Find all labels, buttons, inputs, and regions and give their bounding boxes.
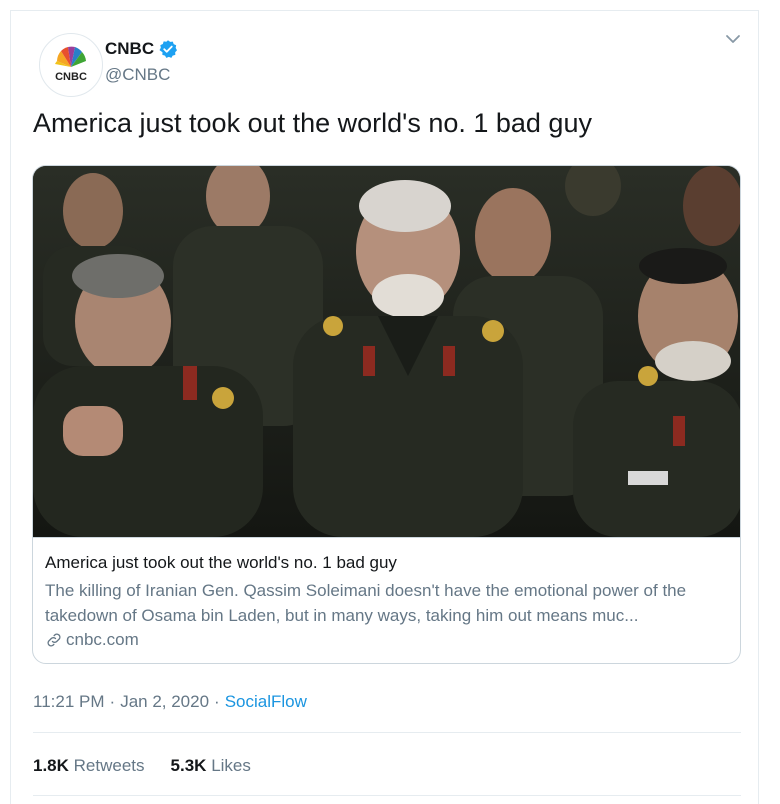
tweet-time[interactable]: 11:21 PM bbox=[33, 692, 105, 712]
chevron-down-icon[interactable] bbox=[721, 27, 745, 51]
tweet-meta: 11:21 PM · Jan 2, 2020 · SocialFlow bbox=[33, 692, 307, 712]
likes-label: Likes bbox=[211, 756, 251, 775]
retweets-stat[interactable]: 1.8K Retweets bbox=[33, 756, 145, 776]
meta-separator: · bbox=[214, 692, 220, 711]
avatar-logo-text: CNBC bbox=[55, 71, 87, 83]
tweet-source-link[interactable]: SocialFlow bbox=[225, 692, 307, 712]
card-image[interactable] bbox=[33, 166, 740, 537]
card-description: The killing of Iranian Gen. Qassim Solei… bbox=[45, 581, 687, 625]
retweets-label: Retweets bbox=[73, 756, 145, 775]
meta-separator: · bbox=[109, 692, 116, 711]
author-handle[interactable]: @CNBC bbox=[105, 65, 170, 85]
divider bbox=[33, 795, 741, 796]
cnbc-peacock-logo: CNBC bbox=[55, 46, 87, 83]
card-body[interactable]: America just took out the world's no. 1 … bbox=[33, 537, 740, 663]
tweet-date[interactable]: Jan 2, 2020 bbox=[120, 692, 209, 712]
card-domain-text: cnbc.com bbox=[66, 630, 139, 649]
author-name-row: CNBC bbox=[105, 39, 178, 59]
card-title: America just took out the world's no. 1 … bbox=[45, 553, 397, 572]
verified-badge-icon bbox=[159, 40, 178, 58]
tweet-container: CNBC CNBC @CNBC America just took out th… bbox=[10, 10, 759, 804]
likes-stat[interactable]: 5.3K Likes bbox=[171, 756, 251, 776]
link-icon bbox=[47, 633, 61, 647]
link-card[interactable]: America just took out the world's no. 1 … bbox=[32, 165, 741, 664]
tweet-stats: 1.8K Retweets 5.3K Likes bbox=[33, 756, 251, 776]
card-domain: cnbc.com bbox=[45, 630, 139, 650]
avatar[interactable]: CNBC bbox=[39, 33, 103, 97]
card-photo-illustration bbox=[33, 166, 740, 537]
likes-count: 5.3K bbox=[170, 756, 207, 775]
author-name[interactable]: CNBC bbox=[105, 39, 154, 59]
retweets-count: 1.8K bbox=[33, 756, 69, 775]
tweet-text: America just took out the world's no. 1 … bbox=[33, 108, 592, 138]
divider bbox=[33, 732, 741, 733]
